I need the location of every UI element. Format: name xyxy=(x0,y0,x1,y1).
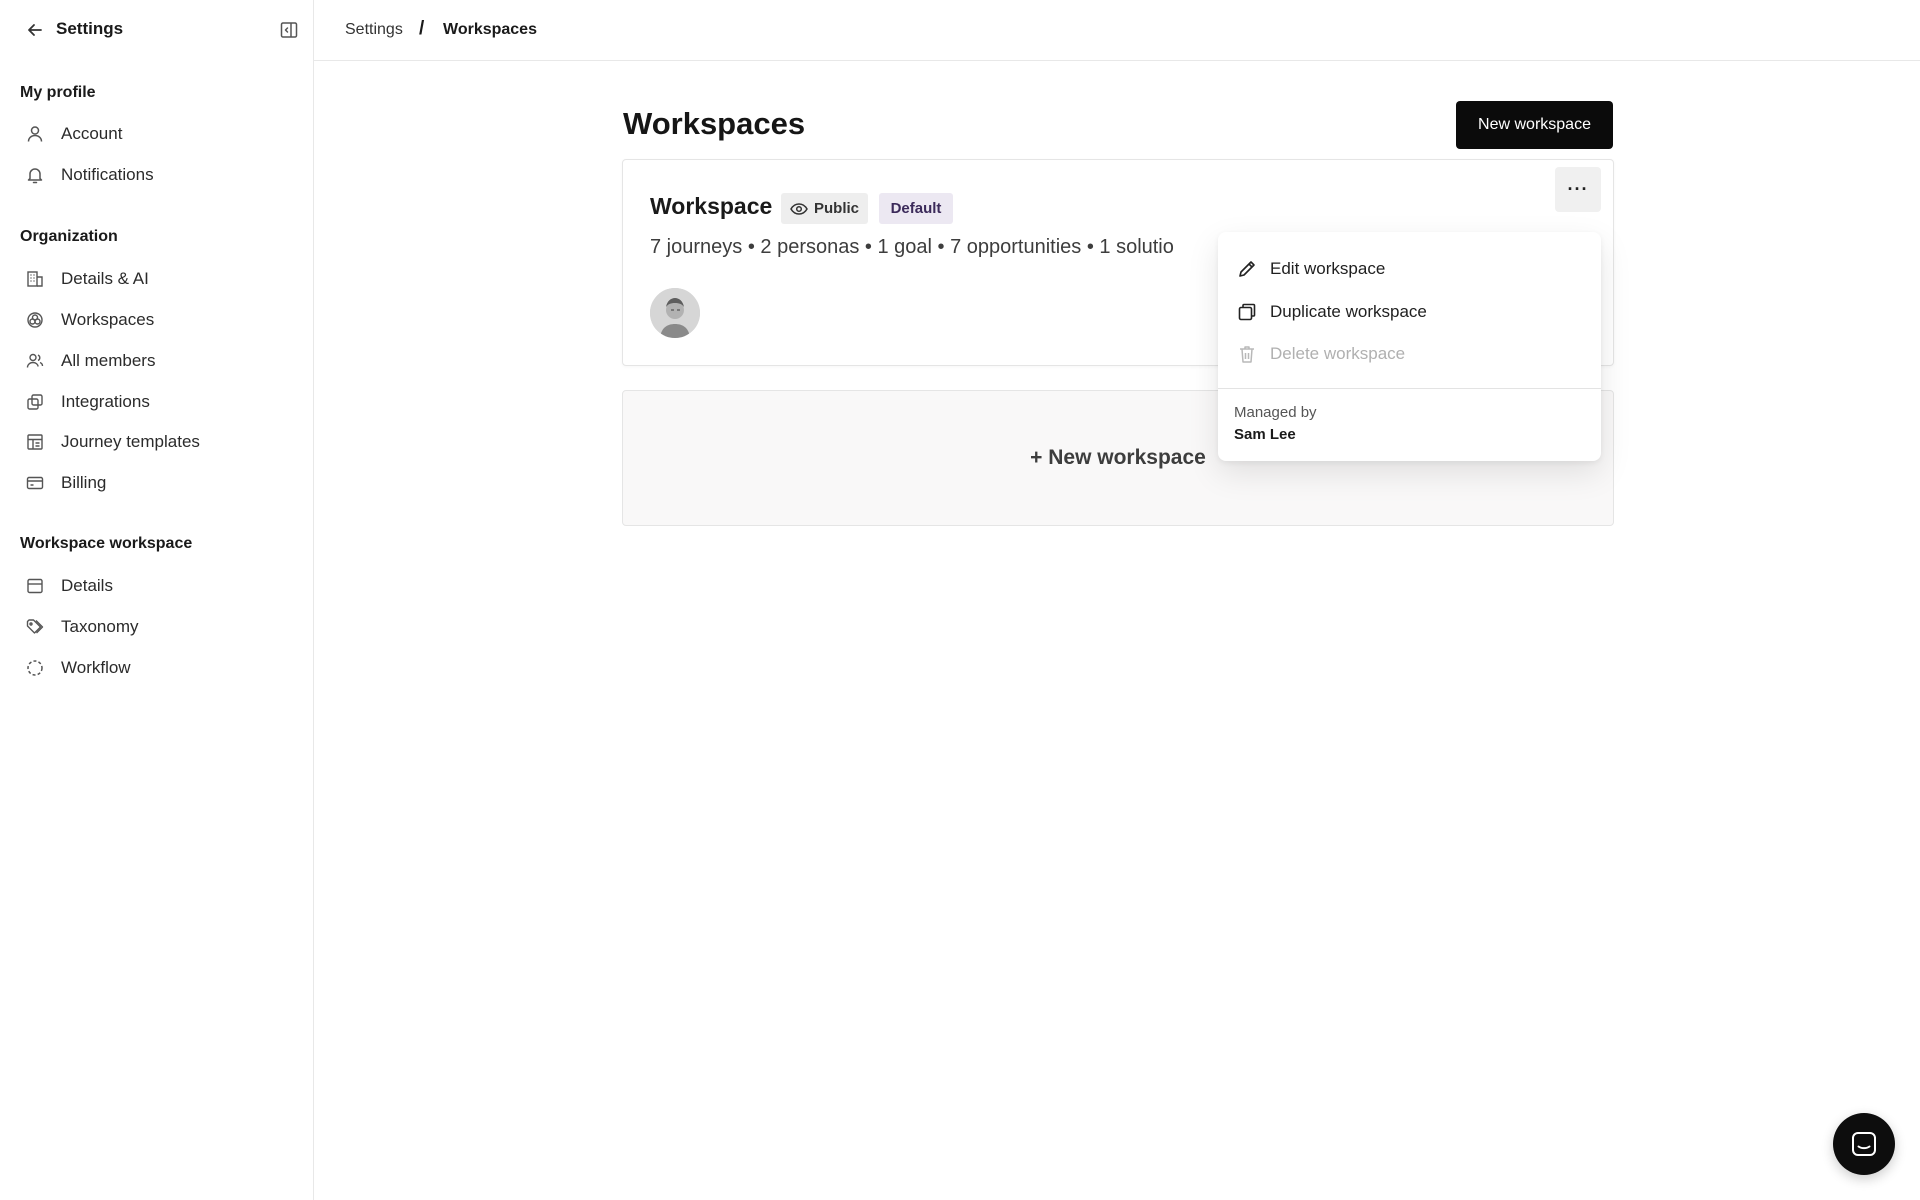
sidebar-header: Settings xyxy=(0,0,313,60)
sidebar-title: Settings xyxy=(56,19,124,38)
sidebar-item-label: Integrations xyxy=(61,392,150,411)
collapse-sidebar-icon[interactable] xyxy=(278,19,300,41)
sidebar-item-taxonomy[interactable]: Taxonomy xyxy=(24,612,138,642)
menu-item-edit-workspace[interactable]: Edit workspace xyxy=(1235,252,1385,286)
workspaces-icon xyxy=(24,309,46,331)
sidebar-item-label: Account xyxy=(61,124,123,143)
sidebar-item-details[interactable]: Details xyxy=(24,571,113,601)
page-title: Workspaces xyxy=(623,106,806,141)
new-workspace-card-label: + New workspace xyxy=(1030,446,1206,469)
sidebar-section-my-profile: My profile xyxy=(20,84,96,101)
sidebar-item-label: All members xyxy=(61,351,156,370)
breadcrumb-current: Workspaces xyxy=(443,21,537,38)
sidebar-item-billing[interactable]: Billing xyxy=(24,468,106,498)
eye-icon xyxy=(790,202,808,215)
chat-icon xyxy=(1852,1132,1876,1156)
building-icon xyxy=(24,268,46,290)
avatar xyxy=(650,288,700,338)
sidebar-item-label: Journey templates xyxy=(61,432,200,451)
menu-item-label: Edit workspace xyxy=(1270,259,1386,278)
pencil-icon xyxy=(1235,257,1259,281)
sidebar-item-notifications[interactable]: Notifications xyxy=(24,160,154,190)
sidebar-item-label: Notifications xyxy=(61,165,154,184)
sidebar-item-journey-templates[interactable]: Journey templates xyxy=(24,427,200,457)
tags-icon xyxy=(24,616,46,638)
sidebar-section-workspace: Workspace workspace xyxy=(20,535,193,552)
template-icon xyxy=(24,431,46,453)
users-icon xyxy=(24,350,46,372)
workspace-stats: 7 journeys • 2 personas • 1 goal • 7 opp… xyxy=(650,236,1174,258)
menu-item-label: Delete workspace xyxy=(1270,344,1406,363)
user-icon xyxy=(24,123,46,145)
sidebar-item-label: Workspaces xyxy=(61,310,155,329)
integrations-icon xyxy=(24,391,46,413)
menu-divider xyxy=(1218,388,1601,389)
workflow-icon xyxy=(24,657,46,679)
sidebar-item-workspaces[interactable]: Workspaces xyxy=(24,305,154,335)
sidebar-item-account[interactable]: Account xyxy=(24,119,122,149)
default-badge: Default xyxy=(879,193,953,224)
breadcrumb: Settings / Workspaces xyxy=(314,0,1920,61)
back-arrow-icon[interactable] xyxy=(24,19,46,41)
managed-by-label: Managed by xyxy=(1234,404,1317,421)
sidebar-item-label: Billing xyxy=(61,473,107,492)
sidebar-item-label: Taxonomy xyxy=(61,617,139,636)
visibility-badge-label: Public xyxy=(813,200,859,217)
workspace-name: Workspace xyxy=(650,193,773,219)
details-icon xyxy=(24,575,46,597)
sidebar-item-label: Workflow xyxy=(61,658,131,677)
menu-item-delete-workspace: Delete workspace xyxy=(1235,337,1405,371)
sidebar-item-workflow[interactable]: Workflow xyxy=(24,653,131,683)
breadcrumb-separator: / xyxy=(419,18,425,39)
more-options-button[interactable]: ··· xyxy=(1555,167,1601,212)
sidebar-section-organization: Organization xyxy=(20,228,118,245)
more-horizontal-icon: ··· xyxy=(1567,179,1589,199)
bell-icon xyxy=(24,164,46,186)
new-workspace-button[interactable]: New workspace xyxy=(1456,101,1613,149)
sidebar-item-label: Details & AI xyxy=(61,269,149,288)
credit-card-icon xyxy=(24,472,46,494)
menu-item-label: Duplicate workspace xyxy=(1270,302,1427,321)
sidebar: Settings My profile Account Notification… xyxy=(0,0,314,1200)
managed-by-name: Sam Lee xyxy=(1234,426,1296,443)
trash-icon xyxy=(1235,342,1259,366)
sidebar-item-details-ai[interactable]: Details & AI xyxy=(24,264,149,294)
breadcrumb-settings-link[interactable]: Settings xyxy=(345,21,403,39)
chat-launcher-button[interactable] xyxy=(1833,1113,1895,1175)
copy-icon xyxy=(1235,300,1259,324)
sidebar-item-integrations[interactable]: Integrations xyxy=(24,387,150,417)
visibility-badge: Public xyxy=(781,193,868,224)
workspace-actions-menu: Edit workspace Duplicate workspace Delet… xyxy=(1218,232,1601,461)
sidebar-item-label: Details xyxy=(61,576,113,595)
menu-item-duplicate-workspace[interactable]: Duplicate workspace xyxy=(1235,295,1427,329)
sidebar-item-all-members[interactable]: All members xyxy=(24,346,155,376)
